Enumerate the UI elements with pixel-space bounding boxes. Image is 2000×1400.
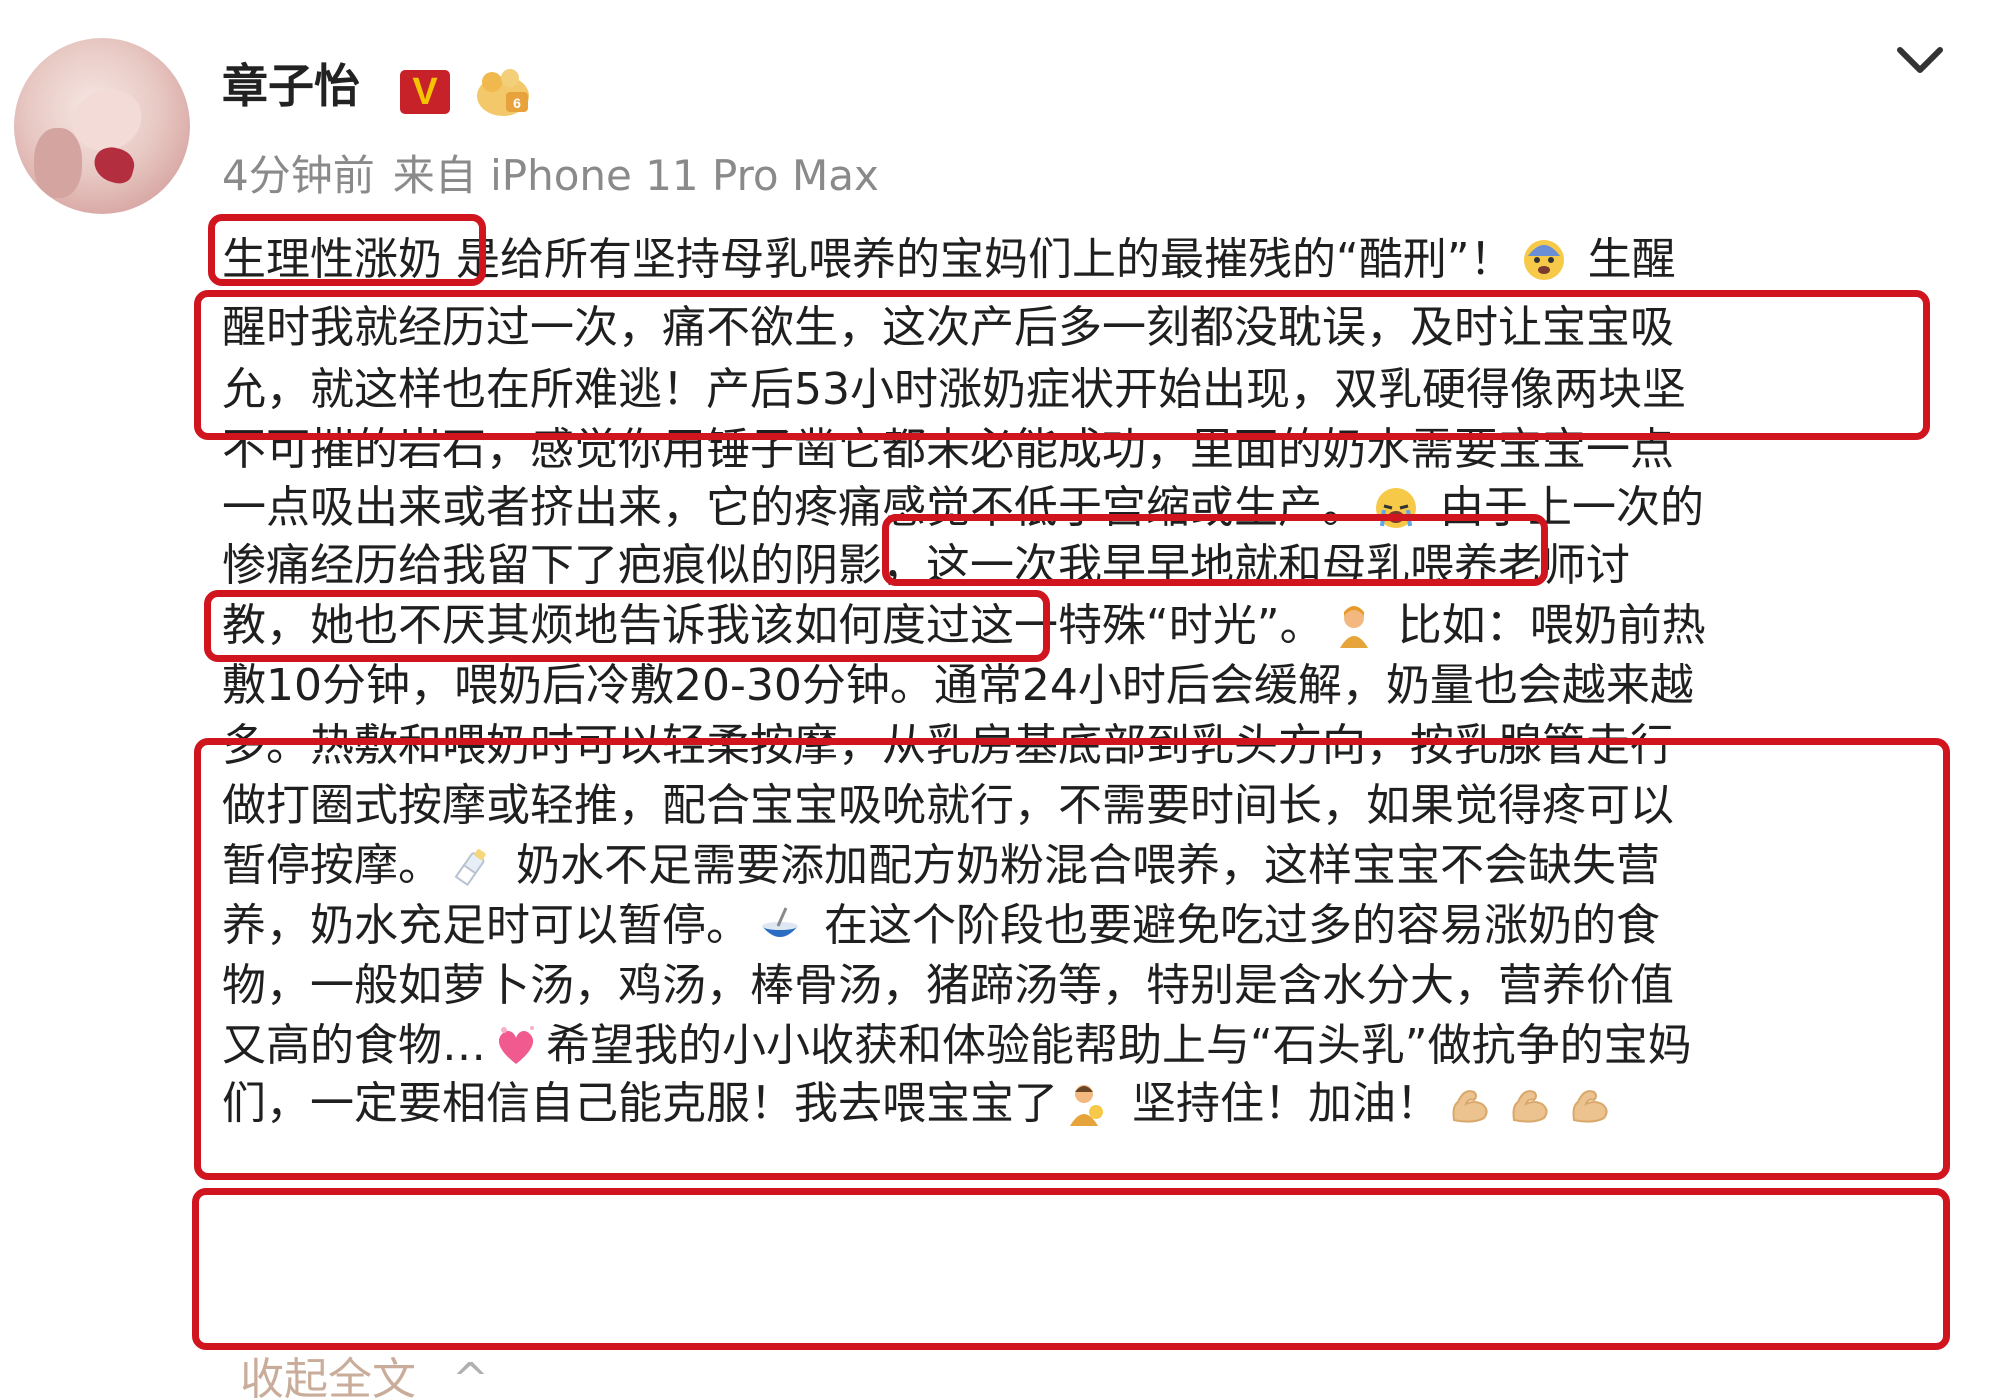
chevron-down-icon[interactable]: [1892, 40, 1948, 80]
post-body-line: 暂停按摩。 奶水不足需要添加配方奶粉混合喂养，这样宝宝不会缺失营: [222, 836, 1660, 896]
flexed-biceps-emoji: [1508, 1082, 1552, 1126]
post-text: 是给所有坚持母乳喂养的宝妈们上的最摧残的“酷刑”！: [442, 234, 1514, 285]
post-text: 不可摧的岩石，感觉你用锤子凿它都未必能成功，里面的奶水需要宝宝一点: [222, 424, 1674, 475]
post-meta: 4分钟前 来自 iPhone 11 Pro Max: [222, 148, 879, 204]
heart-emoji: [494, 1024, 538, 1068]
post-text: 们，一定要相信自己能克服！我去喂宝宝了: [222, 1078, 1058, 1129]
collapse-full-text-link[interactable]: 收起全文 ^: [240, 1352, 489, 1400]
crying-face-emoji: [1374, 486, 1418, 530]
post-body-line: 们，一定要相信自己能克服！我去喂宝宝了 坚持住！加油！: [222, 1074, 1620, 1134]
post-text: 养，奶水充足时可以暂停。: [222, 900, 750, 951]
post-text: 在这个阶段也要避免吃过多的容易涨奶的食: [810, 900, 1660, 951]
post-text: 暂停按摩。: [222, 840, 442, 891]
timestamp: 4分钟前: [222, 151, 375, 200]
post-text: 做打圈式按摩或轻推，配合宝宝吸吮就行，不需要时间长，如果觉得疼可以: [222, 780, 1674, 831]
post-text: 由于上一次的: [1426, 482, 1704, 533]
avatar[interactable]: [14, 38, 190, 214]
flexed-biceps-emoji: [1568, 1082, 1612, 1126]
post-text: 生理性涨奶: [222, 234, 442, 285]
post-text: 允，就这样也在所难逃！产后53小时涨奶症状开始出现，双乳硬得像两块坚: [222, 364, 1686, 415]
bowl-emoji: [758, 904, 802, 948]
baby-bottle-emoji: [450, 844, 494, 888]
source-device[interactable]: 来自 iPhone 11 Pro Max: [393, 151, 879, 200]
highlight-box: [192, 1188, 1950, 1350]
post-body-line: 多。热敷和喂奶时可以轻柔按摩，从乳房基底部到乳头方向，按乳腺管走行: [222, 716, 1674, 776]
post-text: 多。热敷和喂奶时可以轻柔按摩，从乳房基底部到乳头方向，按乳腺管走行: [222, 720, 1674, 771]
person-emoji: [1332, 604, 1376, 648]
post-text: 坚持住！加油！: [1118, 1078, 1440, 1129]
post-text: 惨痛经历给我留下了疤痕似的阴影，这一次我早早地就和母乳喂养老师讨: [222, 540, 1630, 591]
post-body-line: 物，一般如萝卜汤，鸡汤，棒骨汤，猪蹄汤等，特别是含水分大，营养价值: [222, 956, 1674, 1016]
post-text: 奶水不足需要添加配方奶粉混合喂养，这样宝宝不会缺失营: [502, 840, 1660, 891]
post-body-line: 敷10分钟，喂奶后冷敷20-30分钟。通常24小时后会缓解，奶量也会越来越: [222, 656, 1694, 716]
caret-up-icon: ^: [452, 1354, 489, 1400]
avatar-shape: [34, 128, 82, 198]
verified-badge-icon: V: [400, 70, 450, 114]
level-badge-icon: 6: [477, 69, 529, 116]
post-body-line: 惨痛经历给我留下了疤痕似的阴影，这一次我早早地就和母乳喂养老师讨: [222, 536, 1630, 596]
post-text: 希望我的小小收获和体验能帮助上与“石头乳”做抗争的宝妈: [546, 1020, 1692, 1071]
post-text: 敷10分钟，喂奶后冷敷20-30分钟。通常24小时后会缓解，奶量也会越来越: [222, 660, 1694, 711]
post-text: 生醒: [1573, 234, 1676, 285]
collapse-label: 收起全文: [240, 1354, 416, 1400]
svg-text:6: 6: [513, 95, 521, 111]
post-body-line: 教，她也不厌其烦地告诉我该如何度过这一特殊“时光”。 比如：喂奶前热: [222, 596, 1706, 656]
post-text: 比如：喂奶前热: [1383, 600, 1706, 651]
post-body-line: 不可摧的岩石，感觉你用锤子凿它都未必能成功，里面的奶水需要宝宝一点: [222, 420, 1674, 480]
post-text: 一点吸出来或者挤出来，它的疼痛感觉不低于宫缩或生产。: [222, 482, 1366, 533]
post-body-line: 醒时我就经历过一次，痛不欲生，这次产后多一刻都没耽误，及时让宝宝吸: [222, 298, 1674, 358]
post-text: 物，一般如萝卜汤，鸡汤，棒骨汤，猪蹄汤等，特别是含水分大，营养价值: [222, 960, 1674, 1011]
post-text: 又高的食物…: [222, 1020, 486, 1071]
author-name[interactable]: 章子怡: [222, 56, 360, 116]
post-body-line: 又高的食物… 希望我的小小收获和体验能帮助上与“石头乳”做抗争的宝妈: [222, 1016, 1692, 1076]
post-body-line: 做打圈式按摩或轻推，配合宝宝吸吮就行，不需要时间长，如果觉得疼可以: [222, 776, 1674, 836]
mother-feeding-emoji: [1066, 1082, 1110, 1126]
post-text: 醒时我就经历过一次，痛不欲生，这次产后多一刻都没耽误，及时让宝宝吸: [222, 302, 1674, 353]
fearful-face-emoji: [1522, 238, 1566, 282]
post-body-line: 一点吸出来或者挤出来，它的疼痛感觉不低于宫缩或生产。 由于上一次的: [222, 478, 1704, 538]
post-body-line: 允，就这样也在所难逃！产后53小时涨奶症状开始出现，双乳硬得像两块坚: [222, 360, 1686, 420]
flexed-biceps-emoji: [1448, 1082, 1492, 1126]
post-text: 教，她也不厌其烦地告诉我该如何度过这一特殊“时光”。: [222, 600, 1324, 651]
post-body-line: 生理性涨奶 是给所有坚持母乳喂养的宝妈们上的最摧残的“酷刑”！ 生醒: [222, 230, 1676, 290]
post-body-line: 养，奶水充足时可以暂停。 在这个阶段也要避免吃过多的容易涨奶的食: [222, 896, 1660, 956]
